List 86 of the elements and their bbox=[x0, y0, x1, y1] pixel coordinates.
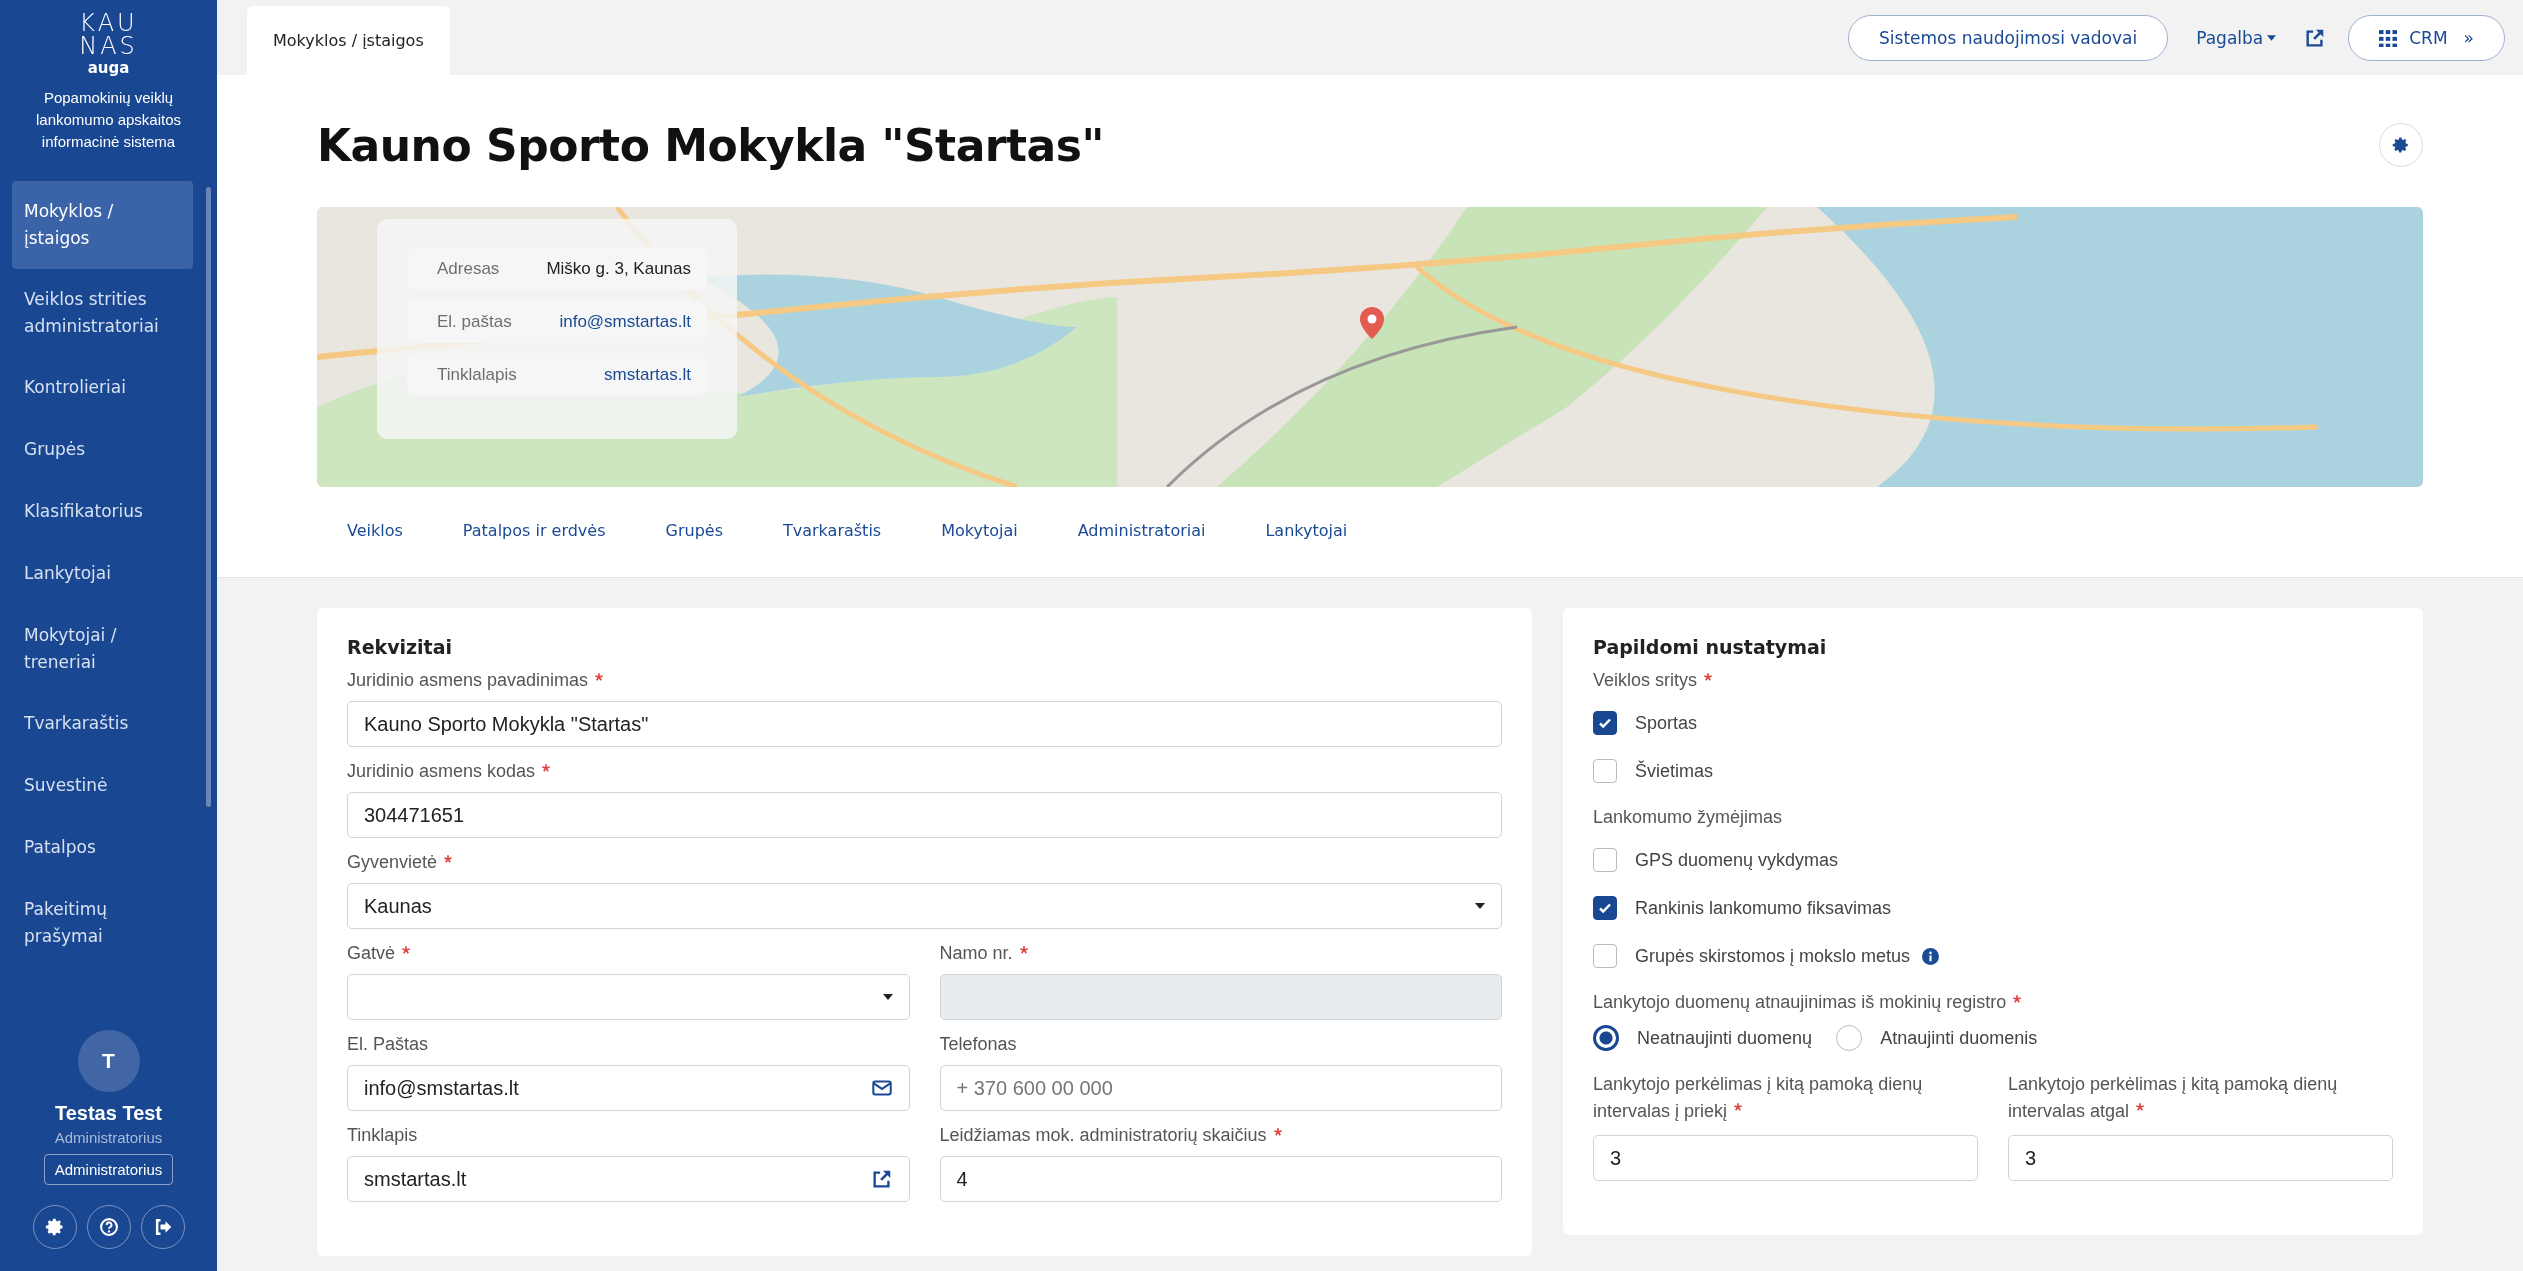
info-label: El. paštas bbox=[437, 311, 512, 332]
section-tab[interactable]: Patalpos ir erdvės bbox=[462, 513, 606, 551]
field-label: El. Paštas bbox=[347, 1034, 429, 1055]
radio-button[interactable] bbox=[1593, 1025, 1619, 1051]
section-tab[interactable]: Mokytojai bbox=[941, 513, 1018, 551]
sidebar-item[interactable]: Lankytojai bbox=[12, 542, 193, 605]
settings-icon bbox=[44, 1217, 65, 1237]
group-label: Veiklos sritys bbox=[1593, 670, 1698, 691]
field-label: Gyvenvietė bbox=[347, 852, 438, 873]
field-label: Juridinio asmens kodas bbox=[347, 761, 536, 782]
checkbox[interactable] bbox=[1593, 759, 1617, 783]
sidebar-item[interactable]: Grupės bbox=[12, 418, 193, 481]
input-field[interactable]: smstartas.lt bbox=[347, 1156, 910, 1202]
checkbox-label: GPS duomenų vykdymas bbox=[1635, 849, 1839, 871]
help-icon bbox=[98, 1217, 119, 1237]
field-label: Namo nr. bbox=[939, 943, 1013, 964]
input-field[interactable]: 3 bbox=[2008, 1135, 2393, 1181]
select-field[interactable] bbox=[347, 974, 910, 1020]
sidebar-item[interactable]: Tvarkaraštis bbox=[12, 692, 193, 755]
sidebar-item[interactable]: Pakeitimų prašymai bbox=[12, 878, 193, 967]
checkbox-label: Grupės skirstomos į mokslo metus bbox=[1635, 945, 1911, 967]
crm-button[interactable]: CRM » bbox=[2348, 14, 2505, 61]
section-tab[interactable]: Tvarkaraštis bbox=[782, 513, 882, 551]
field-label: Leidžiamas mok. administratorių skaičius bbox=[939, 1125, 1267, 1146]
guide-button[interactable]: Sistemos naudojimosi vadovai bbox=[1848, 14, 2169, 61]
map-pin-icon bbox=[1360, 307, 1384, 339]
sidebar-item[interactable]: Mokytojai / treneriai bbox=[12, 604, 193, 693]
radio-label: Atnaujinti duomenis bbox=[1880, 1027, 2038, 1049]
info-link[interactable]: info@smstartas.lt bbox=[559, 311, 691, 332]
checkbox[interactable] bbox=[1593, 896, 1617, 920]
avatar: T bbox=[77, 1030, 140, 1092]
section-tab[interactable]: Lankytojai bbox=[1265, 513, 1348, 551]
page-title: Kauno Sporto Mokykla "Startas" bbox=[317, 119, 1104, 171]
page-tab[interactable]: Mokyklos / įstaigos bbox=[247, 6, 450, 75]
sidebar-item[interactable]: Patalpos bbox=[12, 816, 193, 879]
grid-icon bbox=[2379, 28, 2398, 47]
info-label: Adresas bbox=[437, 258, 500, 279]
field-label: Telefonas bbox=[939, 1034, 1017, 1055]
app-name: Popamokinių veiklų lankomumo apskaitos informacinė sistema bbox=[34, 87, 183, 152]
section-tab[interactable]: Veiklos bbox=[347, 513, 403, 551]
settings-icon bbox=[2392, 136, 2410, 154]
group-label: Lankomumo žymėjimas bbox=[1593, 807, 1783, 828]
user-name: Testas Test bbox=[54, 1102, 163, 1125]
sidebar-item[interactable]: Suvestinė bbox=[12, 754, 193, 817]
card-title: Rekvizitai bbox=[347, 636, 454, 658]
external-link-icon[interactable] bbox=[870, 1168, 893, 1190]
info-value: Miško g. 3, Kaunas bbox=[546, 258, 691, 279]
checkbox-label: Švietimas bbox=[1635, 760, 1714, 782]
sidebar-item[interactable]: Veiklos strities administratoriai bbox=[12, 268, 193, 357]
field-label: Gatvė bbox=[347, 943, 396, 964]
help-menu[interactable]: Pagalba bbox=[2190, 26, 2283, 49]
input-field[interactable]: info@smstartas.lt bbox=[347, 1065, 910, 1111]
sidebar-item[interactable]: Klasifikatorius bbox=[12, 480, 193, 543]
input-field[interactable]: + 370 600 00 000 bbox=[939, 1065, 1502, 1111]
checkbox[interactable] bbox=[1593, 944, 1617, 968]
radio-label: Neatnaujinti duomenų bbox=[1637, 1027, 1813, 1049]
group-label: Lankytojo duomenų atnaujinimas iš mokinių registro bbox=[1593, 992, 2007, 1013]
role-button[interactable]: Administratorius bbox=[43, 1154, 174, 1185]
sidebar-item[interactable]: Kontrolieriai bbox=[12, 356, 193, 419]
info-link[interactable]: smstartas.lt bbox=[604, 364, 691, 385]
info-label: Tinklalapis bbox=[437, 364, 517, 385]
checkbox-label: Sportas bbox=[1635, 712, 1698, 734]
field-label: Juridinio asmens pavadinimas bbox=[347, 670, 589, 691]
select-field[interactable]: Kaunas bbox=[347, 883, 1502, 929]
input-field[interactable]: 3 bbox=[1593, 1135, 1978, 1181]
caret-icon bbox=[1475, 903, 1485, 909]
caret-icon bbox=[2267, 34, 2277, 41]
scrollbar[interactable] bbox=[206, 186, 211, 807]
checkbox-label: Rankinis lankomumo fiksavimas bbox=[1635, 897, 1892, 919]
input-field[interactable] bbox=[939, 974, 1502, 1020]
section-tab[interactable]: Administratoriai bbox=[1077, 513, 1206, 551]
checkbox[interactable] bbox=[1593, 848, 1617, 872]
field-label: Tinklapis bbox=[347, 1125, 418, 1146]
input-field[interactable]: 304471651 bbox=[347, 792, 1502, 838]
user-role: Administratorius bbox=[54, 1129, 163, 1146]
caret-icon bbox=[882, 994, 893, 1000]
input-field[interactable]: Kauno Sporto Mokykla "Startas" bbox=[347, 701, 1502, 747]
sidebar-item[interactable]: Mokyklos / įstaigos bbox=[12, 180, 193, 269]
section-tab[interactable]: Grupės bbox=[665, 513, 723, 551]
field-label: Lankytojo perkėlimas į kitą pamoką dienų intervalas atgal bbox=[2008, 1073, 2339, 1123]
input-field[interactable]: 4 bbox=[939, 1156, 1502, 1202]
city-logo: KAU NAS auga bbox=[79, 12, 138, 75]
checkbox[interactable] bbox=[1593, 711, 1617, 735]
card-title: Papildomi nustatymai bbox=[1593, 636, 1828, 658]
info-icon[interactable] bbox=[1922, 947, 1940, 965]
field-label: Lankytojo perkėlimas į kitą pamoką dienų intervalas į priekį bbox=[1593, 1073, 1924, 1123]
